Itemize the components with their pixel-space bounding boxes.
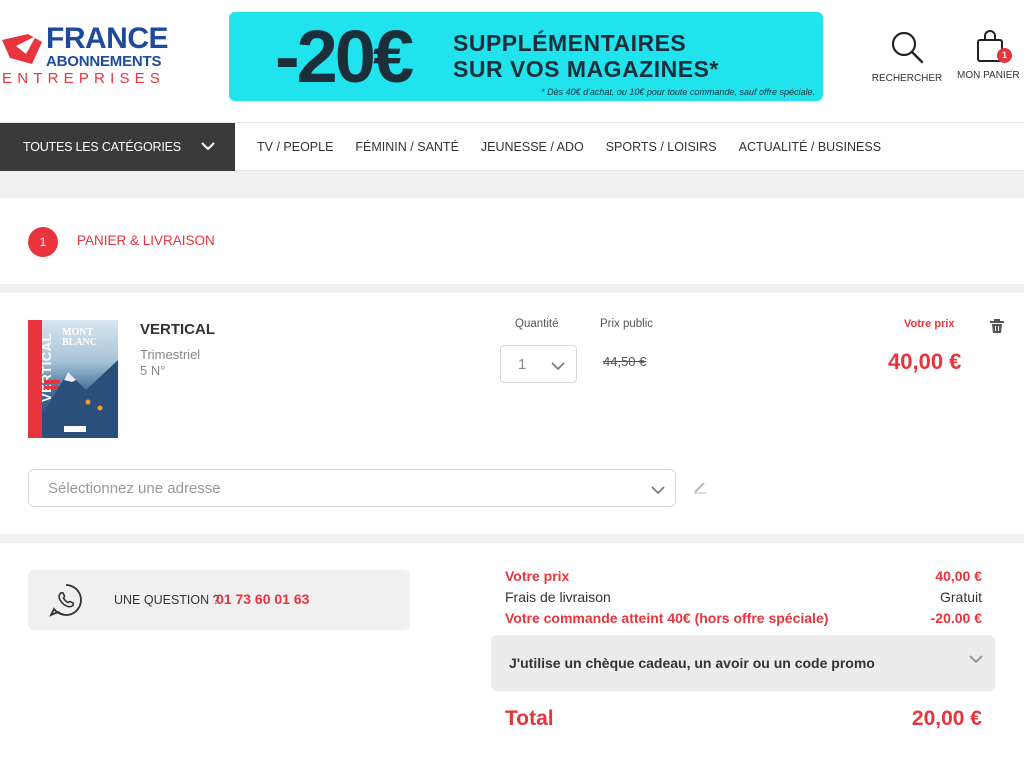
search-icon — [891, 31, 924, 64]
nav-link-jeunesse-ado[interactable]: JEUNESSE / ADO — [470, 140, 595, 154]
cart-count-badge: 1 — [997, 48, 1012, 63]
chevron-down-icon — [551, 362, 565, 371]
magazine-cover-image[interactable]: VERTICAL MONT BLANC — [28, 320, 118, 438]
cart-label: MON PANIER — [957, 70, 1020, 81]
help-question-text: UNE QUESTION ? — [114, 593, 220, 607]
whatsapp-phone-icon — [49, 584, 82, 617]
product-frequency: Trimestriel — [140, 347, 201, 362]
summary-value: 40,00 € — [935, 568, 982, 584]
public-price: 44,50 € — [603, 354, 647, 369]
banner-footnote: * Dès 40€ d'achat, ou 10€ pour toute com… — [541, 87, 815, 97]
banner-discount: -20€ — [275, 15, 414, 98]
summary-value: Gratuit — [939, 589, 982, 605]
logo-mark-icon — [2, 34, 42, 64]
all-categories-label: TOUTES LES CATÉGORIES — [23, 140, 181, 154]
step-number-badge: 1 — [28, 227, 58, 257]
address-select[interactable]: Sélectionnez une adresse — [28, 469, 676, 507]
nav-link-sports-loisirs[interactable]: SPORTS / LOISIRS — [595, 140, 728, 154]
nav-link-feminin-sante[interactable]: FÉMININ / SANTÉ — [344, 140, 469, 154]
nav-links: TV / PEOPLE FÉMININ / SANTÉ JEUNESSE / A… — [246, 123, 892, 171]
category-nav: TOUTES LES CATÉGORIES TV / PEOPLE FÉMINI… — [0, 122, 1024, 171]
trash-icon[interactable] — [989, 318, 1005, 334]
checkout-step-card: 1 PANIER & LIVRAISON — [0, 198, 1024, 284]
cart-button[interactable]: 1 MON PANIER — [957, 30, 1024, 81]
product-issues: 5 N° — [140, 363, 166, 378]
nav-link-actualite-business[interactable]: ACTUALITÉ / BUSINESS — [728, 140, 892, 154]
summary-label: Votre commande atteint 40€ (hors offre s… — [505, 610, 829, 626]
step-label: PANIER & LIVRAISON — [77, 233, 215, 248]
product-name[interactable]: VERTICAL — [140, 321, 215, 338]
pencil-icon[interactable] — [693, 480, 707, 494]
banner-line-2: SUR VOS MAGAZINES* — [453, 56, 719, 82]
logo-text-abonnements: ABONNEMENTS — [46, 53, 162, 70]
public-price-header: Prix public — [600, 318, 654, 330]
logo-text-entreprises: ENTREPRISES — [2, 70, 166, 87]
all-categories-dropdown[interactable]: TOUTES LES CATÉGORIES — [0, 123, 235, 171]
banner-line-1: SUPPLÉMENTAIRES — [453, 30, 687, 56]
cover-mountain-icon — [42, 360, 118, 438]
nav-link-tv-people[interactable]: TV / PEOPLE — [246, 140, 344, 154]
total-value: 20,00 € — [911, 707, 982, 730]
chevron-down-icon — [201, 142, 215, 151]
search-button[interactable]: RECHERCHER — [870, 30, 944, 84]
summary-label: Votre prix — [505, 568, 570, 584]
order-summary-card: UNE QUESTION ? 01 73 60 01 63 Votre prix… — [0, 543, 1024, 767]
your-price-value: 40,00 € — [888, 349, 962, 374]
help-contact-box[interactable]: UNE QUESTION ? 01 73 60 01 63 — [28, 570, 410, 630]
promo-code-accordion[interactable]: J'utilise un chèque cadeau, un avoir ou … — [491, 635, 995, 691]
promo-code-label: J'utilise un chèque cadeau, un avoir ou … — [509, 655, 875, 671]
promo-banner[interactable]: -20€ SUPPLÉMENTAIRES SUR VOS MAGAZINES* … — [229, 12, 823, 101]
quantity-value: 1 — [518, 356, 527, 373]
help-phone-number[interactable]: 01 73 60 01 63 — [216, 591, 309, 607]
your-price-header: Votre prix — [904, 318, 955, 330]
summary-label: Frais de livraison — [505, 589, 611, 605]
search-label: RECHERCHER — [871, 73, 943, 84]
chevron-down-icon — [651, 486, 665, 495]
site-header: FRANCE ABONNEMENTS ENTREPRISES -20€ SUPP… — [0, 0, 1024, 122]
address-placeholder: Sélectionnez une adresse — [48, 480, 221, 497]
quantity-header: Quantité — [515, 318, 559, 330]
logo-text-france: FRANCE — [46, 22, 169, 55]
chevron-down-icon — [969, 655, 983, 664]
brand-logo[interactable]: FRANCE ABONNEMENTS ENTREPRISES — [0, 20, 190, 90]
total-label: Total — [505, 707, 554, 730]
quantity-select[interactable]: 1 — [500, 345, 577, 383]
cart-item-card: VERTICAL MONT BLANC VERTICAL Trimestriel… — [0, 293, 1024, 534]
summary-value: -20.00 € — [930, 610, 982, 626]
